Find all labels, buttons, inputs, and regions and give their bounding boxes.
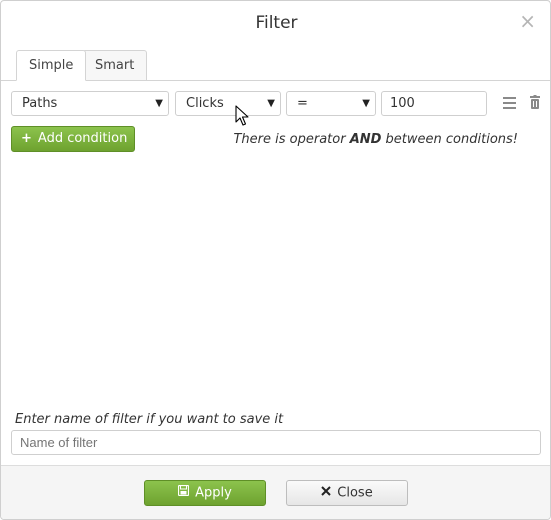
filter-name-input[interactable] <box>11 430 541 455</box>
tab-smart[interactable]: Smart <box>82 50 148 81</box>
chevron-down-icon: ▼ <box>362 98 370 109</box>
operator-note-operator: AND <box>349 132 382 147</box>
trash-icon[interactable] <box>530 95 540 109</box>
metric-select[interactable]: Clicks ▼ <box>175 91 281 116</box>
field-select[interactable]: Paths ▼ <box>11 91 169 116</box>
apply-button[interactable]: Apply <box>144 480 266 506</box>
add-condition-label: Add condition <box>37 131 128 146</box>
apply-label: Apply <box>195 485 232 501</box>
mouse-cursor-icon <box>235 105 249 126</box>
close-label: Close <box>337 485 373 501</box>
operator-select[interactable]: = ▼ <box>286 91 376 116</box>
close-button[interactable]: Close <box>286 480 408 506</box>
operator-note-suffix: between conditions! <box>381 132 518 147</box>
operator-note-prefix: There is operator <box>233 132 350 147</box>
chevron-down-icon: ▼ <box>267 98 275 109</box>
dialog-footer <box>1 465 550 519</box>
field-select-value: Paths <box>22 96 58 111</box>
save-hint: Enter name of filter if you want to save… <box>15 412 284 427</box>
menu-icon[interactable] <box>503 97 516 109</box>
operator-note: There is operator AND between conditions… <box>233 132 518 147</box>
plus-icon: + <box>21 131 32 146</box>
add-condition-button[interactable]: + Add condition <box>11 126 135 152</box>
filter-dialog: Filter × Simple Smart Paths ▼ Clicks ▼ =… <box>0 0 551 520</box>
x-icon <box>321 481 331 505</box>
operator-select-value: = <box>297 96 308 111</box>
value-input[interactable]: 100 <box>381 91 487 116</box>
close-icon[interactable]: × <box>519 9 536 33</box>
chevron-down-icon: ▼ <box>155 98 163 109</box>
save-icon <box>178 481 190 505</box>
dialog-title: Filter <box>255 13 298 33</box>
tab-simple[interactable]: Simple <box>16 50 87 81</box>
metric-select-value: Clicks <box>186 96 224 111</box>
